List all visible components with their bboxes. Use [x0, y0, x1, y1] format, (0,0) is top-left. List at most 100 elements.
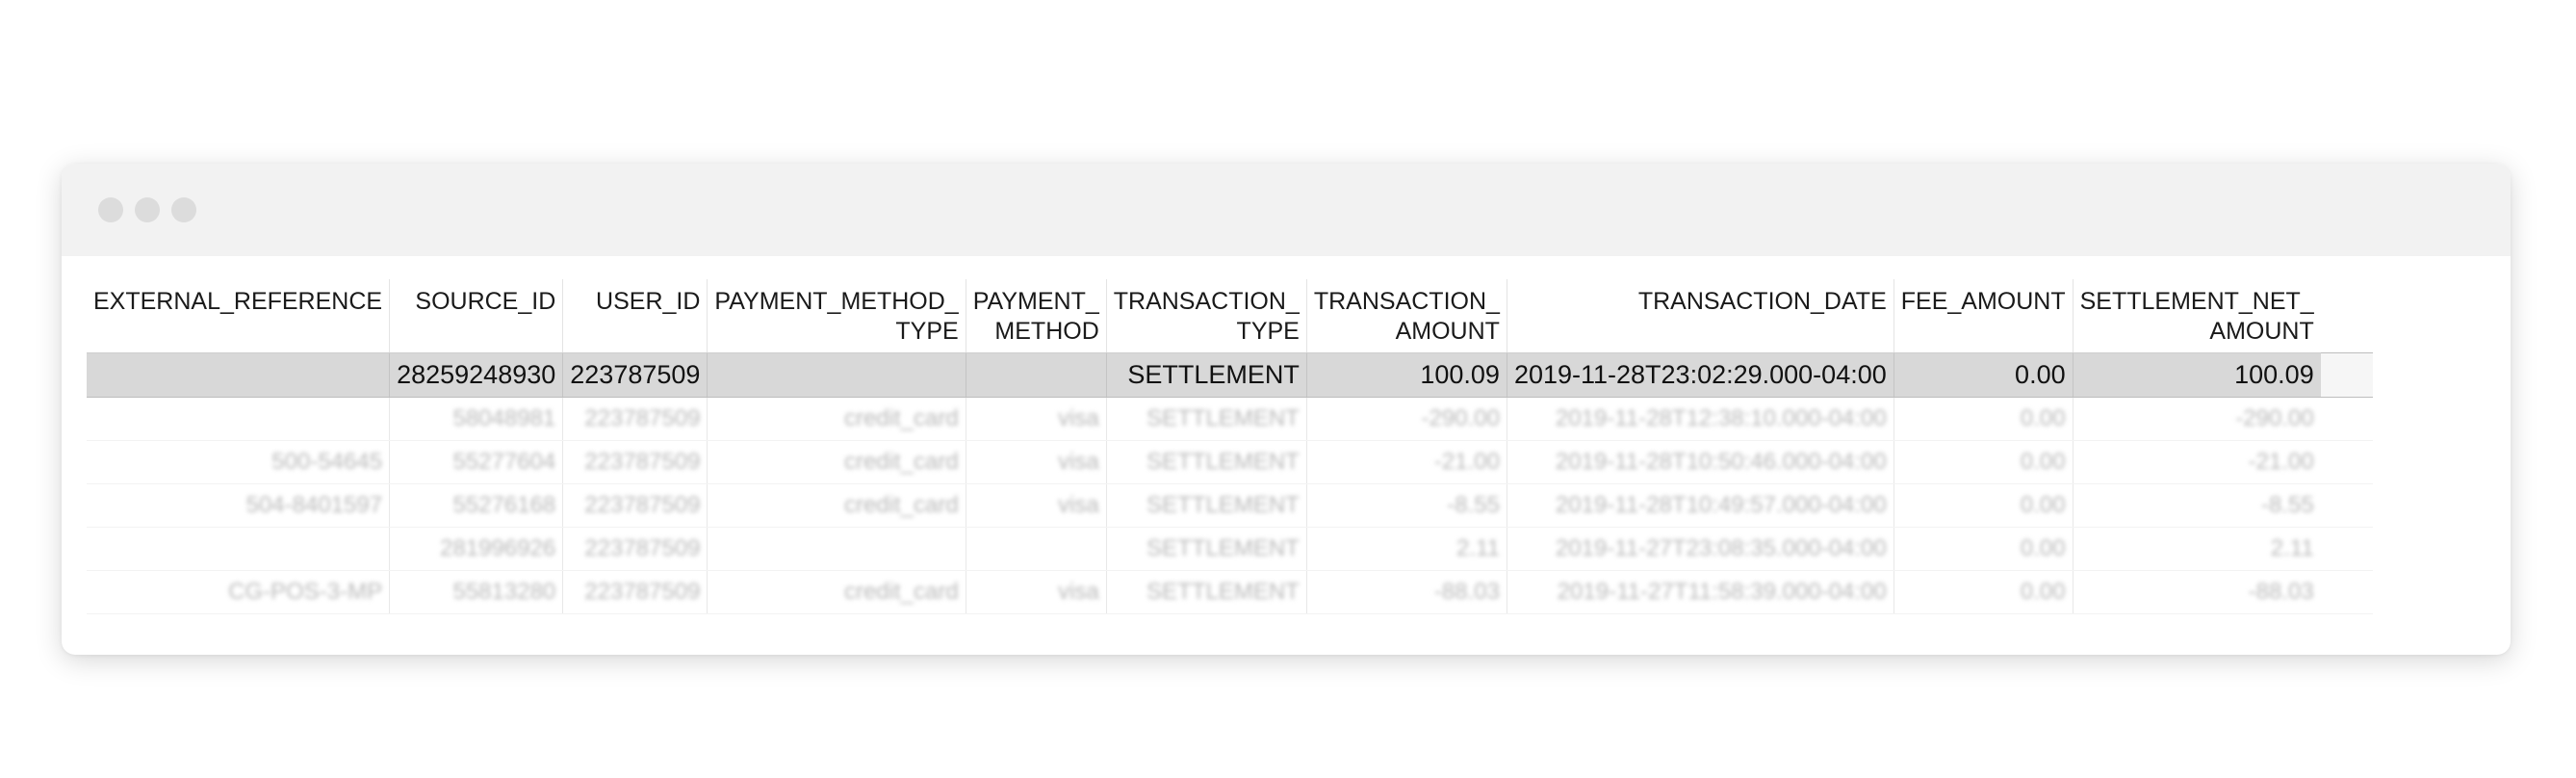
- table-cell[interactable]: 100.09: [1305, 352, 1507, 398]
- column-header[interactable]: FEE_AMOUNT: [1893, 279, 2074, 353]
- table-cell[interactable]: visa: [965, 397, 1107, 441]
- table-cell[interactable]: SETTLEMENT: [1105, 352, 1307, 398]
- column-header[interactable]: SETTLEMENT_NET_ AMOUNT: [2072, 279, 2321, 353]
- table-cell[interactable]: SETTLEMENT: [1105, 397, 1307, 441]
- minimize-dot-icon[interactable]: [135, 197, 160, 222]
- table-body: 28259248930 223787509 SETTLEMENT 100.09 2019…: [87, 352, 2373, 614]
- table-cell[interactable]: [87, 397, 390, 441]
- table-row[interactable]: CG-POS-3-MP 55813280 223787509 credit_card v…: [87, 570, 2373, 614]
- table-cell[interactable]: credit_card: [707, 570, 966, 614]
- table-cell[interactable]: 0.00: [1893, 570, 2074, 614]
- table-cell[interactable]: [87, 352, 390, 398]
- table-cell[interactable]: 55277604: [389, 440, 563, 484]
- table-cell[interactable]: 500-54645: [87, 440, 390, 484]
- column-header[interactable]: TRANSACTION_DATE: [1506, 279, 1894, 353]
- column-header-label: TRANSACTION_: [1113, 288, 1300, 315]
- table-cell[interactable]: 100.09: [2072, 352, 2321, 398]
- column-header[interactable]: PAYMENT_METHOD_ TYPE: [707, 279, 966, 353]
- table-cell[interactable]: SETTLEMENT: [1105, 483, 1307, 528]
- table-cell[interactable]: SETTLEMENT: [1105, 570, 1307, 614]
- row-trailing-space: [2320, 570, 2373, 614]
- table-row[interactable]: 504-8401597 55276168 223787509 credit_card v…: [87, 483, 2373, 528]
- transactions-table: EXTERNAL_REFERENCE SOURCE_ID USER_ID PAYMEN…: [87, 279, 2373, 614]
- table-row[interactable]: 281996926 223787509 SETTLEMENT 2.11 2019-11-…: [87, 527, 2373, 571]
- table-cell[interactable]: credit_card: [707, 483, 966, 528]
- table-row[interactable]: 500-54645 55277604 223787509 credit_card vis…: [87, 440, 2373, 484]
- table-cell[interactable]: 28259248930: [389, 352, 563, 398]
- table-cell[interactable]: -21.00: [2072, 440, 2321, 484]
- table-cell[interactable]: 58048981: [389, 397, 563, 441]
- table-cell[interactable]: 0.00: [1893, 352, 2074, 398]
- table-cell[interactable]: CG-POS-3-MP: [87, 570, 390, 614]
- table-cell[interactable]: 223787509: [562, 397, 708, 441]
- table-cell[interactable]: credit_card: [707, 397, 966, 441]
- table-cell[interactable]: 2.11: [1305, 527, 1507, 571]
- table-cell[interactable]: 0.00: [1893, 440, 2074, 484]
- table-cell[interactable]: 2019-11-28T12:38:10.000-04:00: [1506, 397, 1894, 441]
- table-cell[interactable]: 0.00: [1893, 527, 2074, 571]
- table-cell[interactable]: -8.55: [1305, 483, 1507, 528]
- table-cell[interactable]: SETTLEMENT: [1105, 440, 1307, 484]
- column-header-label-line2: METHOD: [994, 318, 1099, 345]
- table-cell[interactable]: 2019-11-27T11:58:39.000-04:00: [1506, 570, 1894, 614]
- table-container: EXTERNAL_REFERENCE SOURCE_ID USER_ID PAYMEN…: [62, 256, 2511, 614]
- table-cell[interactable]: 2.11: [2072, 527, 2321, 571]
- table-row[interactable]: 58048981 223787509 credit_card visa SETTLEME…: [87, 397, 2373, 441]
- column-header-label: TRANSACTION_: [1313, 288, 1500, 315]
- table-cell[interactable]: [87, 527, 390, 571]
- column-header[interactable]: TRANSACTION_ TYPE: [1105, 279, 1307, 353]
- table-cell[interactable]: [707, 352, 966, 398]
- table-cell[interactable]: 2019-11-28T10:50:46.000-04:00: [1506, 440, 1894, 484]
- table-cell[interactable]: 223787509: [562, 570, 708, 614]
- table-cell[interactable]: [965, 352, 1107, 398]
- table-cell[interactable]: -290.00: [2072, 397, 2321, 441]
- table-cell[interactable]: 223787509: [562, 352, 708, 398]
- column-header[interactable]: SOURCE_ID: [389, 279, 563, 353]
- row-trailing-space: [2320, 352, 2373, 398]
- table-cell[interactable]: -88.03: [1305, 570, 1507, 614]
- row-trailing-space: [2320, 527, 2373, 571]
- table-cell[interactable]: 0.00: [1893, 397, 2074, 441]
- column-header-label-line2: AMOUNT: [1395, 318, 1500, 345]
- column-header-label: USER_ID: [596, 288, 701, 315]
- app-window: EXTERNAL_REFERENCE SOURCE_ID USER_ID PAYMEN…: [62, 164, 2511, 655]
- table-cell[interactable]: credit_card: [707, 440, 966, 484]
- table-cell[interactable]: 504-8401597: [87, 483, 390, 528]
- table-cell[interactable]: 2019-11-28T10:49:57.000-04:00: [1506, 483, 1894, 528]
- column-header-label: PAYMENT_: [972, 288, 1099, 315]
- table-cell[interactable]: 223787509: [562, 440, 708, 484]
- table-row-selected[interactable]: 28259248930 223787509 SETTLEMENT 100.09 2019…: [87, 352, 2373, 398]
- table-cell[interactable]: -21.00: [1305, 440, 1507, 484]
- table-cell[interactable]: 55276168: [389, 483, 563, 528]
- table-cell[interactable]: [965, 527, 1107, 571]
- table-cell[interactable]: 55813280: [389, 570, 563, 614]
- table-cell[interactable]: 0.00: [1893, 483, 2074, 528]
- column-header-label: SOURCE_ID: [415, 288, 556, 315]
- column-header-label: EXTERNAL_REFERENCE: [93, 288, 383, 315]
- column-header-label-line2: AMOUNT: [2209, 318, 2314, 345]
- table-cell[interactable]: visa: [965, 483, 1107, 528]
- table-cell[interactable]: 2019-11-28T23:02:29.000-04:00: [1506, 352, 1894, 398]
- column-header[interactable]: USER_ID: [562, 279, 708, 353]
- table-cell[interactable]: 2019-11-27T23:08:35.000-04:00: [1506, 527, 1894, 571]
- close-dot-icon[interactable]: [98, 197, 123, 222]
- table-cell[interactable]: visa: [965, 440, 1107, 484]
- column-header[interactable]: TRANSACTION_ AMOUNT: [1305, 279, 1507, 353]
- table-cell[interactable]: -88.03: [2072, 570, 2321, 614]
- table-cell[interactable]: SETTLEMENT: [1105, 527, 1307, 571]
- column-header[interactable]: EXTERNAL_REFERENCE: [87, 279, 390, 353]
- table-header-row: EXTERNAL_REFERENCE SOURCE_ID USER_ID PAYMEN…: [87, 279, 2373, 353]
- column-header-label: TRANSACTION_DATE: [1637, 288, 1887, 315]
- table-cell[interactable]: 223787509: [562, 527, 708, 571]
- column-header[interactable]: PAYMENT_ METHOD: [965, 279, 1107, 353]
- table-cell[interactable]: -8.55: [2072, 483, 2321, 528]
- table-cell[interactable]: visa: [965, 570, 1107, 614]
- table-cell[interactable]: [707, 527, 966, 571]
- row-trailing-space: [2320, 397, 2373, 441]
- column-header-label-line2: TYPE: [895, 318, 959, 345]
- table-cell[interactable]: -290.00: [1305, 397, 1507, 441]
- maximize-dot-icon[interactable]: [171, 197, 196, 222]
- column-header-label: SETTLEMENT_NET_: [2079, 288, 2314, 315]
- table-cell[interactable]: 223787509: [562, 483, 708, 528]
- table-cell[interactable]: 281996926: [389, 527, 563, 571]
